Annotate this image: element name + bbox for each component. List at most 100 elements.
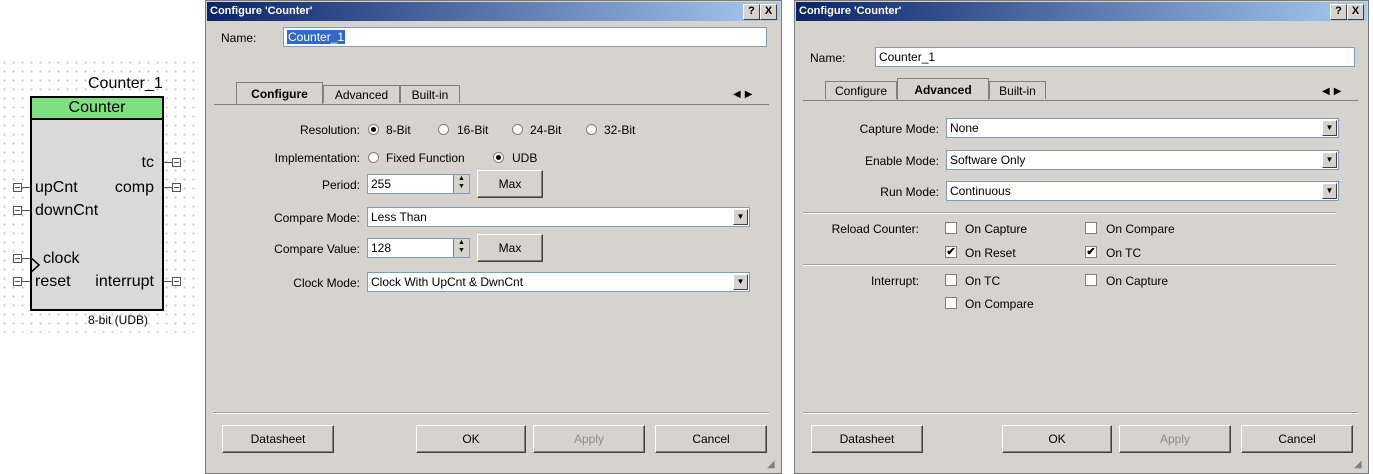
help-button[interactable]: ?	[743, 4, 760, 20]
ok-button[interactable]: OK	[1002, 425, 1112, 453]
chevron-down-icon[interactable]: ▼	[1322, 152, 1337, 168]
implementation-fixed-label: Fixed Function	[386, 151, 465, 165]
tab-advanced[interactable]: Advanced	[897, 78, 989, 100]
resolution-8bit-radio[interactable]	[368, 124, 379, 135]
cancel-button[interactable]: Cancel	[655, 425, 767, 453]
implementation-label: Implementation:	[274, 151, 360, 165]
resize-grip-icon[interactable]: ◢	[767, 459, 779, 471]
tab-scroll-arrows-icon[interactable]: ◀▶	[733, 89, 756, 100]
pin-stub	[164, 281, 172, 282]
enable-mode-dropdown[interactable]: Software Only ▼	[946, 150, 1339, 170]
interrupt-on-tc-checkbox[interactable]	[945, 274, 957, 286]
dialog-title: Configure 'Counter'	[799, 5, 902, 17]
pin-comp-terminal[interactable]	[172, 183, 181, 192]
run-mode-value: Continuous	[950, 184, 1011, 198]
reload-on-capture-checkbox[interactable]	[945, 222, 957, 234]
tab-configure[interactable]: Configure	[825, 81, 897, 99]
pin-reset-terminal[interactable]	[13, 277, 22, 286]
symbol-body[interactable]: Counter tc upCnt comp downCnt clock rese…	[30, 96, 164, 311]
tab-configure[interactable]: Configure	[236, 82, 323, 104]
resolution-24bit-label: 24-Bit	[530, 123, 562, 137]
interrupt-on-compare-checkbox[interactable]	[945, 297, 957, 309]
reload-on-tc-checkbox[interactable]: ✔	[1085, 246, 1097, 258]
resolution-32bit-radio[interactable]	[586, 124, 597, 135]
pin-stub	[164, 162, 172, 163]
period-max-button[interactable]: Max	[477, 170, 543, 198]
close-button[interactable]: X	[760, 4, 777, 20]
name-label: Name:	[810, 51, 846, 65]
clock-mode-dropdown[interactable]: Clock With UpCnt & DwnCnt ▼	[367, 272, 750, 292]
tab-builtin[interactable]: Built-in	[989, 81, 1046, 99]
tab-builtin[interactable]: Built-in	[400, 85, 460, 103]
configure-dialog-advanced: Configure 'Counter' ? X Name: Counter_1 …	[794, 0, 1369, 474]
symbol-footer: 8-bit (UDB)	[88, 313, 149, 327]
pin-tc-terminal[interactable]	[172, 158, 181, 167]
period-spinbox[interactable]: 255 ▲ ▼	[367, 174, 470, 194]
title-bar[interactable]: Configure 'Counter' ? X	[207, 2, 780, 21]
schematic-symbol[interactable]: Counter_1 Counter tc upCnt comp downCnt …	[0, 58, 200, 333]
resolution-32bit-label: 32-Bit	[604, 123, 636, 137]
name-value: Counter_1	[879, 50, 936, 64]
capture-mode-value: None	[950, 121, 979, 135]
clock-triangle-icon	[30, 257, 40, 273]
name-field[interactable]: Counter_1	[283, 27, 767, 47]
cancel-button[interactable]: Cancel	[1241, 425, 1353, 453]
interrupt-label: Interrupt:	[870, 274, 919, 288]
name-field[interactable]: Counter_1	[875, 47, 1355, 67]
divider	[803, 212, 1336, 214]
pin-clock-terminal[interactable]	[13, 254, 22, 263]
resolution-8bit-label: 8-Bit	[386, 123, 411, 137]
period-label: Period:	[321, 178, 360, 192]
pin-interrupt-label: interrupt	[95, 273, 154, 290]
reload-on-reset-checkbox[interactable]: ✔	[945, 246, 957, 258]
chevron-down-icon[interactable]: ▼	[1322, 183, 1337, 199]
reload-on-tc-label: On TC	[1106, 246, 1142, 260]
pin-tc-label: tc	[141, 154, 154, 171]
ok-button[interactable]: OK	[416, 425, 526, 453]
close-button[interactable]: X	[1347, 4, 1364, 20]
tab-scroll-arrows-icon[interactable]: ◀▶	[1322, 86, 1345, 97]
datasheet-button[interactable]: Datasheet	[811, 425, 923, 453]
capture-mode-dropdown[interactable]: None ▼	[946, 118, 1339, 138]
chevron-down-icon[interactable]: ▼	[1322, 120, 1337, 136]
spin-arrows-icon[interactable]: ▲ ▼	[453, 175, 469, 193]
pin-upcnt-label: upCnt	[35, 179, 78, 196]
tab-strip-line	[803, 100, 1358, 101]
resolution-24bit-radio[interactable]	[512, 124, 523, 135]
pin-upcnt-terminal[interactable]	[13, 183, 22, 192]
pin-interrupt-terminal[interactable]	[172, 277, 181, 286]
run-mode-label: Run Mode:	[880, 185, 939, 199]
spin-arrows-icon[interactable]: ▲ ▼	[453, 239, 469, 257]
resolution-label: Resolution:	[299, 123, 360, 137]
resolution-16bit-radio[interactable]	[438, 124, 449, 135]
chevron-down-icon[interactable]: ▼	[733, 274, 748, 290]
help-button[interactable]: ?	[1330, 4, 1347, 20]
interrupt-on-capture-checkbox[interactable]	[1085, 274, 1097, 286]
compare-mode-dropdown[interactable]: Less Than ▼	[367, 207, 750, 227]
check-icon: ✔	[1086, 246, 1096, 258]
symbol-component-name: Counter	[32, 98, 162, 120]
compare-mode-label: Compare Mode:	[273, 211, 360, 225]
reload-on-reset-label: On Reset	[965, 246, 1016, 260]
divider	[803, 412, 1358, 414]
name-label: Name:	[221, 31, 257, 45]
resize-grip-icon[interactable]: ◢	[1354, 459, 1366, 471]
reload-on-compare-checkbox[interactable]	[1085, 222, 1097, 234]
compare-value-spinbox[interactable]: 128 ▲ ▼	[367, 238, 470, 258]
implementation-fixed-radio[interactable]	[368, 152, 379, 163]
apply-button[interactable]: Apply	[533, 425, 645, 453]
compare-mode-value: Less Than	[371, 210, 427, 224]
apply-button[interactable]: Apply	[1119, 425, 1231, 453]
check-icon: ✔	[946, 246, 956, 258]
run-mode-dropdown[interactable]: Continuous ▼	[946, 181, 1339, 201]
pin-downcnt-terminal[interactable]	[13, 206, 22, 215]
chevron-down-icon[interactable]: ▼	[733, 209, 748, 225]
title-bar[interactable]: Configure 'Counter' ? X	[796, 2, 1367, 21]
datasheet-button[interactable]: Datasheet	[222, 425, 334, 453]
interrupt-on-compare-label: On Compare	[965, 297, 1034, 311]
pin-stub	[22, 210, 30, 211]
implementation-udb-radio[interactable]	[493, 152, 504, 163]
period-value: 255	[371, 177, 392, 191]
tab-advanced[interactable]: Advanced	[323, 85, 400, 103]
compare-value-max-button[interactable]: Max	[477, 234, 543, 262]
